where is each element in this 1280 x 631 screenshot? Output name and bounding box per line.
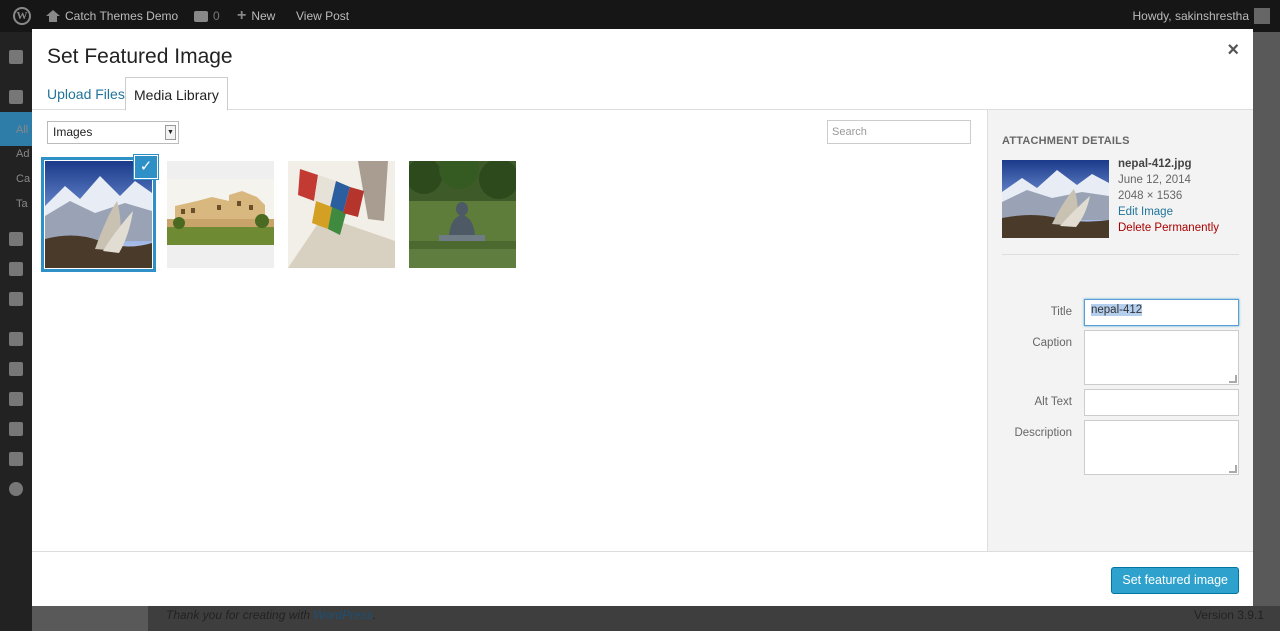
attachment-date: June 12, 2014 [1118,174,1191,186]
dashboard-icon[interactable] [9,50,23,64]
users-icon[interactable] [9,392,23,406]
media-icon[interactable] [9,232,23,246]
resize-grip-icon[interactable] [1229,465,1237,473]
checkmark-icon[interactable]: ✓ [134,155,158,179]
tab-upload-files[interactable]: Upload Files [39,77,133,110]
attachment-thumbnail[interactable] [409,161,516,268]
admin-menu [0,32,32,631]
caption-field[interactable] [1084,330,1239,385]
attachments-browser: Images ▼ ✓ [32,110,987,551]
title-label: Title [1050,306,1072,318]
comments-icon[interactable] [9,292,23,306]
media-modal: Set Featured Image × Upload Files Media … [32,29,1253,606]
posts-icon[interactable] [9,90,23,104]
footer-thank-you-prefix: Thank you for creating with [166,608,314,622]
attachment-image [409,161,516,268]
media-filter-select[interactable]: Images ▼ [47,121,179,144]
attachment-thumbnail[interactable] [167,161,274,268]
home-icon [46,10,60,22]
modal-title: Set Featured Image [47,45,233,68]
admin-bar: W Catch Themes Demo 0 + New View Post Ho… [0,0,1280,32]
attachment-details-sidebar: ATTACHMENT DETAILS nepal-412.jpg June 12… [987,110,1253,551]
alt-text-label: Alt Text [1034,396,1073,408]
plugins-icon[interactable] [9,362,23,376]
admin-menu-label-add[interactable]: Ad [16,148,29,160]
modal-toolbar: Set featured image [32,551,1253,606]
tools-icon[interactable] [9,422,23,436]
attachment-dimensions: 2048 × 1536 [1118,190,1183,202]
delete-permanently-link[interactable]: Delete Permanently [1118,220,1219,236]
pages-icon[interactable] [9,262,23,276]
caption-label: Caption [1032,337,1072,349]
site-name-link[interactable]: Catch Themes Demo [46,0,178,32]
wordpress-logo-icon[interactable]: W [13,0,31,32]
divider [1002,254,1239,255]
set-featured-image-button[interactable]: Set featured image [1111,567,1239,594]
edit-image-link[interactable]: Edit Image [1118,204,1219,220]
comments-link[interactable]: 0 [194,0,220,32]
collapse-icon[interactable] [9,482,23,496]
appearance-icon[interactable] [9,332,23,346]
admin-menu-label-tags[interactable]: Ta [16,198,28,210]
footer-version: Version 3.9.1 [1193,608,1264,622]
attachment-info: nepal-412.jpg June 12, 2014 2048 × 1536 … [1118,156,1219,236]
new-content-link[interactable]: + New [237,0,275,32]
router-tabs: Upload Files Media Library [32,77,1253,111]
admin-menu-label-all[interactable]: All [16,124,28,136]
alt-text-field[interactable] [1084,389,1239,416]
attachment-image [288,161,395,268]
comment-bubble-icon [194,10,208,22]
view-post-link[interactable]: View Post [296,0,349,32]
chevron-down-icon: ▼ [165,125,176,140]
description-label: Description [1014,427,1072,439]
settings-icon[interactable] [9,452,23,466]
footer-thank-you: Thank you for creating with WordPress. [166,608,376,622]
attachment-details-heading: ATTACHMENT DETAILS [1002,135,1130,147]
footer-thank-you-suffix: . [372,608,377,622]
attachment-filename: nepal-412.jpg [1118,158,1192,170]
title-field[interactable]: nepal-412 [1084,299,1239,326]
attachment-thumbnail[interactable] [288,161,395,268]
search-input[interactable] [827,120,971,144]
media-filter-value: Images [53,125,93,139]
description-field[interactable] [1084,420,1239,475]
attachment-preview [1002,160,1109,238]
wordpress-link[interactable]: WordPress [313,608,372,622]
title-value: nepal-412 [1091,304,1143,316]
avatar [1254,8,1270,24]
close-icon[interactable]: × [1227,39,1239,62]
resize-grip-icon[interactable] [1229,375,1237,383]
attachment-image [167,161,274,268]
tab-media-library[interactable]: Media Library [125,77,228,111]
account-menu[interactable]: Howdy, sakinshrestha [1133,0,1270,32]
admin-menu-label-categories[interactable]: Ca [16,173,30,185]
attachment-preview-image [1002,160,1109,238]
